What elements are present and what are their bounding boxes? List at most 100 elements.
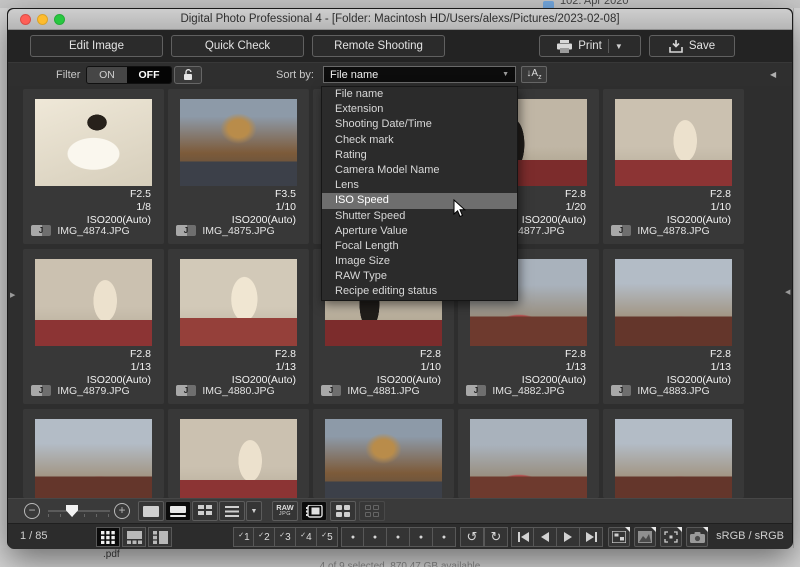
view-list-button[interactable] [219, 501, 245, 521]
expand-right-panel-icon[interactable]: ◀ [785, 288, 790, 296]
rating-dot-button[interactable]: ● [409, 527, 433, 547]
thumbnail-cell[interactable] [23, 409, 164, 498]
thumbnail-cell[interactable]: F2.8 1/13 ISO200(Auto) J IMG_4879.JPG [23, 249, 164, 404]
zoom-in-button[interactable]: + [114, 503, 130, 519]
sort-menu-item[interactable]: Aperture Value [322, 224, 517, 239]
thumbnail-size-slider[interactable] [48, 505, 110, 517]
sort-order-button[interactable]: ↓Az [521, 66, 547, 83]
collapse-panel-icon[interactable]: ◀ [770, 70, 776, 79]
edit-image-button[interactable]: Edit Image [30, 35, 163, 57]
filename-row: J IMG_4874.JPG [23, 225, 164, 238]
lock-filter-button[interactable] [174, 66, 202, 84]
thumbnail-cell[interactable]: F2.8 1/13 ISO200(Auto) J IMG_4880.JPG [168, 249, 309, 404]
filter-sort-bar: Filter ON OFF Sort by: File name ▼ ↓Az ◀ [8, 62, 792, 86]
first-image-icon [517, 532, 529, 542]
expand-left-panel-icon[interactable]: ▶ [10, 291, 15, 299]
view-toolbar: − + ▼ RAW JPG [8, 498, 792, 523]
raw-jpg-toggle-button[interactable]: RAW JPG [272, 501, 298, 521]
thumbnail-cell[interactable] [168, 409, 309, 498]
check-mark-button-3[interactable]: ✓3 [274, 527, 296, 547]
thumbnail-cell[interactable] [603, 409, 744, 498]
exif-info: F2.8 1/13 ISO200(Auto) [231, 348, 296, 386]
background-window-bottom: .pdf 4 of 9 selected, 870.47 GB availabl… [0, 548, 800, 567]
rating-dot-button[interactable]: ● [432, 527, 456, 547]
edit-window-button[interactable] [608, 527, 630, 547]
exif-info: F2.8 1/10 ISO200(Auto) [666, 188, 731, 226]
check-mark-button-4[interactable]: ✓4 [295, 527, 317, 547]
rating-dot-button[interactable]: ● [363, 527, 387, 547]
rating-dot-button[interactable]: ● [341, 527, 365, 547]
sort-by-value: File name [330, 68, 379, 81]
thumbnail-cell[interactable]: F2.8 1/13 ISO200(Auto) J IMG_4883.JPG [603, 249, 744, 404]
previous-image-button[interactable] [533, 527, 557, 547]
sort-menu-item[interactable]: Shooting Date/Time [322, 117, 517, 132]
sort-menu-item[interactable]: Camera Model Name [322, 163, 517, 178]
photo-thumbnail [180, 99, 297, 186]
sort-menu-item[interactable]: File name [322, 87, 517, 102]
compare-view-button[interactable] [359, 501, 385, 521]
focus-check-button[interactable] [660, 527, 682, 547]
exif-info: F2.8 1/13 ISO200(Auto) [86, 348, 151, 386]
sort-menu-item[interactable]: Lens [322, 178, 517, 193]
quick-check-button[interactable]: Quick Check [171, 35, 304, 57]
jpeg-badge-icon: J [176, 225, 196, 236]
rotate-right-button[interactable]: ↻ [484, 527, 508, 547]
sort-menu-item[interactable]: Rating [322, 148, 517, 163]
multi-panel-view-button[interactable] [330, 501, 356, 521]
sort-menu-item[interactable]: Extension [322, 102, 517, 117]
view-thumbnail-info-button[interactable] [165, 501, 191, 521]
zoom-out-button[interactable]: − [24, 503, 40, 519]
filter-off-button[interactable]: OFF [127, 67, 171, 83]
layout-preview-left-button[interactable] [148, 527, 172, 547]
view-large-thumbnail-button[interactable] [138, 501, 164, 521]
photo-thumbnail [615, 419, 732, 498]
rotate-left-button[interactable]: ↺ [460, 527, 484, 547]
filter-on-button[interactable]: ON [87, 67, 127, 83]
layout-preview-bottom-button[interactable] [122, 527, 146, 547]
sort-by-select[interactable]: File name ▼ [323, 66, 516, 83]
sort-menu-item[interactable]: RAW Type [322, 269, 517, 284]
thumbnail-cell[interactable]: F3.5 1/10 ISO200(Auto) J IMG_4875.JPG [168, 89, 309, 244]
sort-menu-item[interactable]: ISO Speed [322, 193, 517, 209]
thumbnail-cell[interactable]: F2.8 1/10 ISO200(Auto) J IMG_4878.JPG [603, 89, 744, 244]
rating-dot-icon: ● [418, 533, 424, 541]
sort-menu-item[interactable]: Recipe editing status [322, 284, 517, 299]
filmstrip-icon [305, 504, 323, 518]
view-options-button[interactable]: ▼ [246, 501, 262, 521]
check-mark-button-2[interactable]: ✓2 [253, 527, 275, 547]
view-small-thumbnail-button[interactable] [192, 501, 218, 521]
print-label: Print [578, 40, 602, 52]
photo-thumbnail [615, 259, 732, 346]
title-bar[interactable]: Digital Photo Professional 4 - [Folder: … [8, 9, 792, 30]
camera-settings-button[interactable] [686, 527, 708, 547]
print-dropdown-icon[interactable]: ▼ [615, 42, 623, 51]
background-folder-label: 102. Apr 2020 [560, 0, 629, 7]
photo-thumbnail [325, 419, 442, 498]
padlock-open-icon [183, 69, 192, 80]
divider [607, 39, 609, 53]
layout-grid-button[interactable] [96, 527, 120, 547]
filmstrip-view-button[interactable] [301, 501, 327, 521]
rating-dot-button[interactable]: ● [386, 527, 410, 547]
thumbnail-cell[interactable] [458, 409, 599, 498]
sort-menu-item[interactable]: Focal Length [322, 239, 517, 254]
check-mark-button-5[interactable]: ✓5 [316, 527, 338, 547]
save-button[interactable]: Save [649, 35, 735, 57]
thumbnail-cell[interactable]: F2.5 1/8 ISO200(Auto) J IMG_4874.JPG [23, 89, 164, 244]
last-image-button[interactable] [579, 527, 603, 547]
tone-adjustment-button[interactable] [634, 527, 656, 547]
grid-layout-icon [101, 530, 115, 544]
next-image-button[interactable] [556, 527, 580, 547]
sort-menu-item[interactable]: Image Size [322, 254, 517, 269]
sort-menu-item[interactable]: Shutter Speed [322, 209, 517, 224]
remote-shooting-button[interactable]: Remote Shooting [312, 35, 445, 57]
first-image-button[interactable] [511, 527, 535, 547]
list-icon [225, 505, 239, 517]
main-toolbar: Edit Image Quick Check Remote Shooting P… [8, 30, 792, 62]
photo-thumbnail [615, 99, 732, 186]
print-button[interactable]: Print ▼ [539, 35, 641, 57]
thumbnail-cell[interactable] [313, 409, 454, 498]
sort-menu-item[interactable]: Check mark [322, 133, 517, 148]
rating-dot-icon: ● [372, 533, 378, 541]
check-mark-button-1[interactable]: ✓1 [233, 527, 255, 547]
